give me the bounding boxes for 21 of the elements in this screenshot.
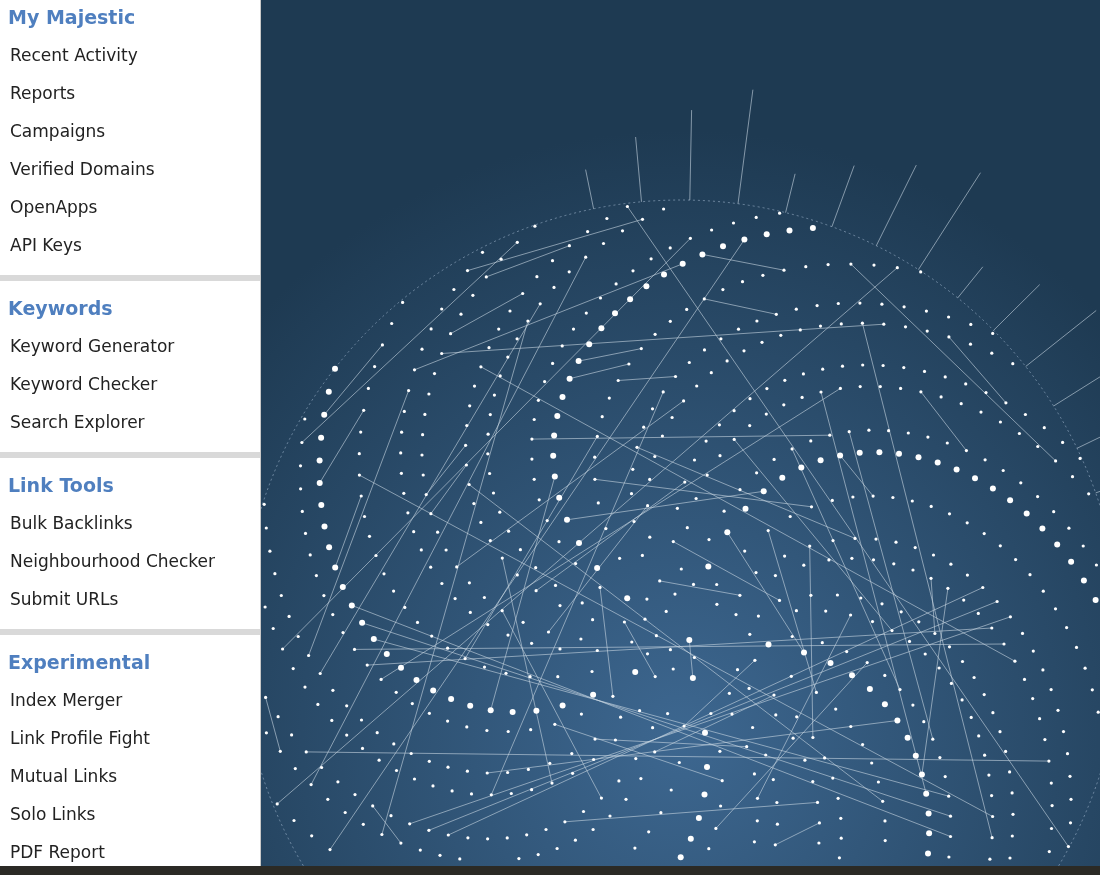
menu-link[interactable]: Index Merger [0, 681, 123, 719]
menu-link[interactable]: Neighbourhood Checker [0, 542, 216, 580]
menu-link[interactable]: Reports [0, 74, 76, 112]
section-heading: My Majestic [7, 5, 136, 30]
menu-link[interactable]: OpenApps [0, 188, 98, 226]
section-heading: Keywords [7, 296, 113, 321]
menu-link[interactable]: Bulk Backlinks [0, 504, 133, 542]
menu-link[interactable]: Mutual Links [0, 757, 118, 795]
menu-link[interactable]: Solo Links [0, 795, 96, 833]
menu-link[interactable]: Submit URLs [0, 580, 119, 618]
menu-link[interactable]: Verified Domains [0, 150, 155, 188]
menu-link[interactable]: Keyword Checker [0, 365, 158, 403]
menu-link[interactable]: Recent Activity [0, 36, 138, 74]
section-heading: Link Tools [7, 473, 114, 498]
menu-link[interactable]: Keyword Generator [0, 327, 175, 365]
menu-link[interactable]: Search Explorer [0, 403, 145, 441]
menu-link[interactable]: Campaigns [0, 112, 106, 150]
menu-link[interactable]: PDF Report [0, 833, 105, 866]
section-heading: Experimental [7, 650, 151, 675]
menu-link[interactable]: Link Profile Fight [0, 719, 150, 757]
menu-link[interactable]: API Keys [0, 226, 82, 264]
